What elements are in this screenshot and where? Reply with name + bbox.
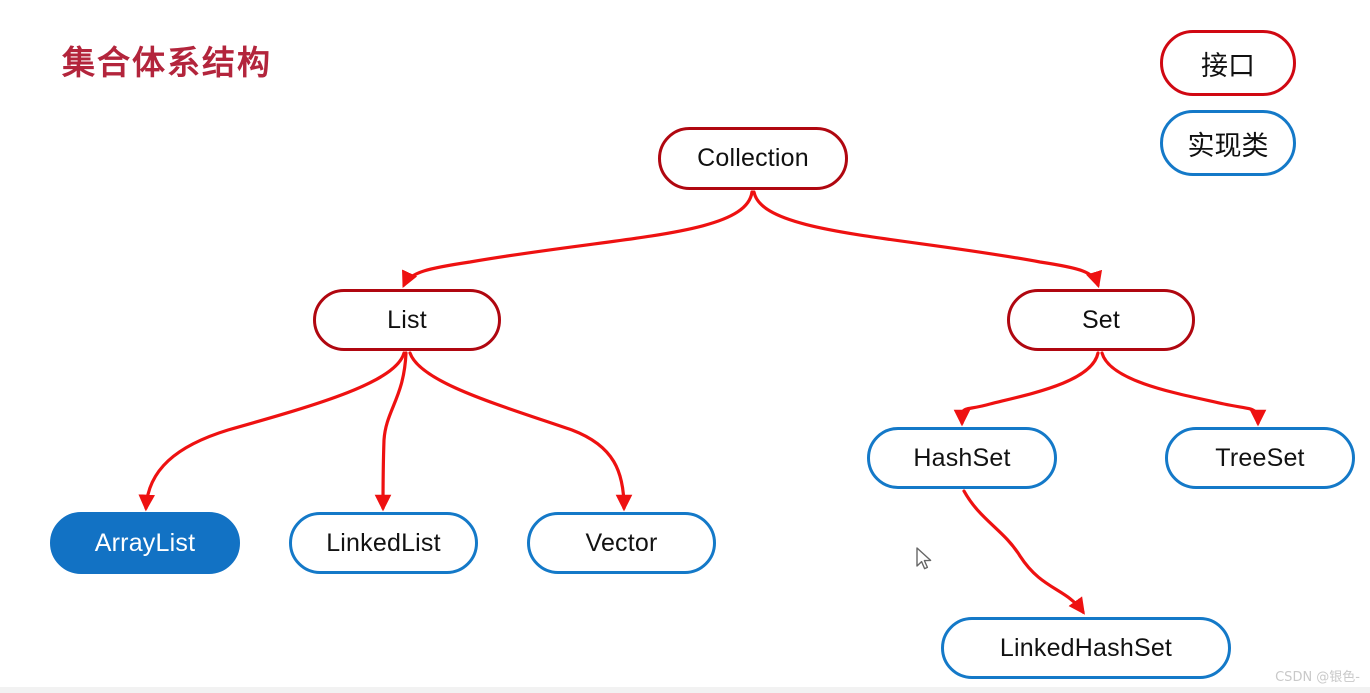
node-linkedhashset[interactable]: LinkedHashSet [941, 617, 1231, 679]
legend-item-interface: 接口 [1160, 30, 1296, 96]
legend-item-label: 接口 [1201, 50, 1255, 82]
node-label: TreeSet [1215, 443, 1305, 472]
node-label: Collection [697, 144, 809, 172]
node-treeset[interactable]: TreeSet [1165, 427, 1355, 489]
edge-collection-to-set [752, 190, 1103, 289]
node-set[interactable]: Set [1007, 289, 1195, 351]
node-label: LinkedHashSet [999, 633, 1173, 662]
node-label: HashSet [913, 443, 1011, 472]
edge-list-to-linkedlist [374, 351, 408, 512]
edge-set-to-treeset [1100, 351, 1267, 427]
edge-collection-to-list [402, 190, 754, 289]
node-vector[interactable]: Vector [527, 512, 716, 574]
node-label: ArrayList [94, 528, 196, 557]
node-list[interactable]: List [313, 289, 501, 351]
page-title: 集合体系结构 [62, 43, 272, 82]
node-hashset[interactable]: HashSet [867, 427, 1057, 489]
mouse-cursor [916, 547, 932, 570]
bottom-band [0, 687, 1370, 693]
diagram-canvas: 集合体系结构 Collection List Set ArrayList LinkedL… [0, 0, 1370, 693]
node-linkedlist[interactable]: LinkedList [289, 512, 478, 574]
node-label: List [387, 305, 427, 334]
edge-hashset-to-linkedhashset [962, 489, 1085, 615]
legend-item-label: 实现类 [1187, 130, 1269, 162]
edge-list-to-vector [408, 351, 633, 512]
node-arraylist[interactable]: ArrayList [50, 512, 240, 574]
edge-set-to-hashset [953, 351, 1100, 427]
legend-item-implementation: 实现类 [1160, 110, 1296, 176]
node-collection[interactable]: Collection [658, 127, 848, 190]
node-label: LinkedList [326, 528, 441, 557]
edge-list-to-arraylist [138, 351, 406, 512]
node-label: Vector [585, 528, 658, 557]
node-label: Set [1081, 305, 1121, 334]
watermark: CSDN @银色- [1275, 670, 1360, 685]
